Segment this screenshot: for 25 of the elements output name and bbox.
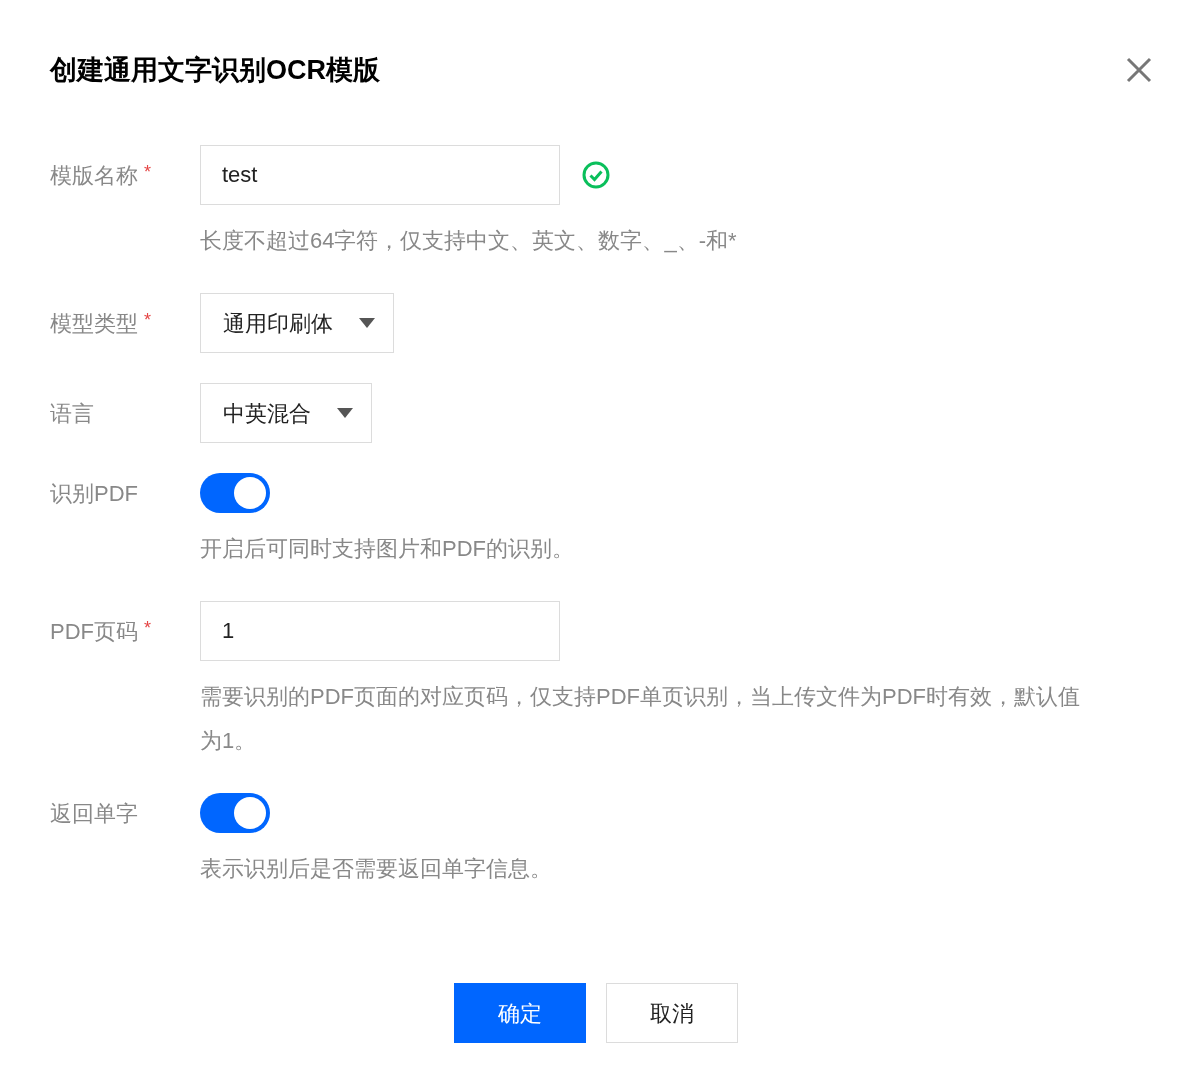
required-mark: * xyxy=(144,308,151,332)
close-icon[interactable] xyxy=(1126,57,1152,83)
caret-down-icon xyxy=(359,318,375,328)
field-label: 模版名称 xyxy=(50,161,138,190)
field-hint: 长度不超过64字符，仅支持中文、英文、数字、_、-和* xyxy=(200,227,738,255)
text-field[interactable]: 1 xyxy=(200,601,560,661)
text-field[interactable]: test xyxy=(200,145,560,205)
dialog-title: 创建通用文字识别OCR模版 xyxy=(50,54,380,87)
field-label: PDF页码 xyxy=(50,617,138,646)
field-hint: 需要识别的PDF页面的对应页码，仅支持PDF单页识别，当上传文件为PDF时有效，默认值为1。 xyxy=(200,683,1081,755)
caret-down-icon xyxy=(337,408,353,418)
confirm-button[interactable]: 确定 xyxy=(454,983,586,1043)
required-mark: * xyxy=(144,160,151,184)
select-dropdown[interactable]: 中英混合 xyxy=(200,383,372,443)
field-hint: 开启后可同时支持图片和PDF的识别。 xyxy=(200,535,575,563)
field-label: 识别PDF xyxy=(50,479,138,508)
required-mark: * xyxy=(144,616,151,640)
field-hint: 表示识别后是否需要返回单字信息。 xyxy=(200,855,553,883)
toggle-switch[interactable] xyxy=(200,473,270,513)
field-label: 返回单字 xyxy=(50,799,138,828)
field-label: 模型类型 xyxy=(50,309,138,338)
cancel-button[interactable]: 取消 xyxy=(606,983,738,1043)
toggle-switch[interactable] xyxy=(200,793,270,833)
select-dropdown[interactable]: 通用印刷体 xyxy=(200,293,394,353)
field-label: 语言 xyxy=(50,399,94,428)
